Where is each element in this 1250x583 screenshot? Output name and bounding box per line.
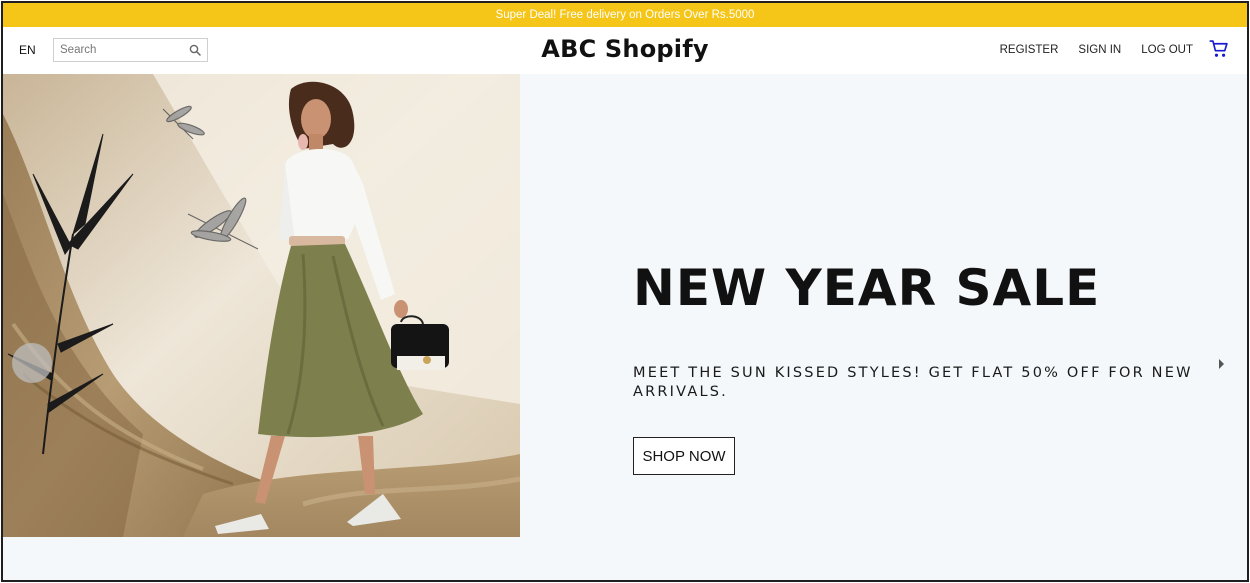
chevron-right-icon[interactable] [1211,351,1233,377]
fashion-model-photo [3,74,520,537]
announcement-text: Super Deal! Free delivery on Orders Over… [495,9,755,21]
register-link[interactable]: REGISTER [1000,44,1059,56]
hero-subline: MEET THE SUN KISSED STYLES! GET FLAT 50%… [633,365,1193,400]
announcement-bar: Super Deal! Free delivery on Orders Over… [3,3,1247,27]
shopping-cart-icon[interactable] [1209,39,1229,59]
account-links: REGISTER SIGN IN LOG OUT [1000,44,1193,56]
hero-copy: NEW YEAR SALE MEET THE SUN KISSED STYLES… [633,259,1233,402]
page-frame: Super Deal! Free delivery on Orders Over… [1,1,1249,582]
hero-image [3,74,520,537]
log-out-link[interactable]: LOG OUT [1141,44,1193,56]
hero-headline: NEW YEAR SALE [633,259,1101,317]
sign-in-link[interactable]: SIGN IN [1078,44,1121,56]
shop-now-button[interactable]: SHOP NOW [633,437,735,475]
carousel-prev-button[interactable] [12,343,52,383]
top-navbar: EN ABC Shopify REGISTER SIGN IN LOG OUT [3,27,1247,74]
